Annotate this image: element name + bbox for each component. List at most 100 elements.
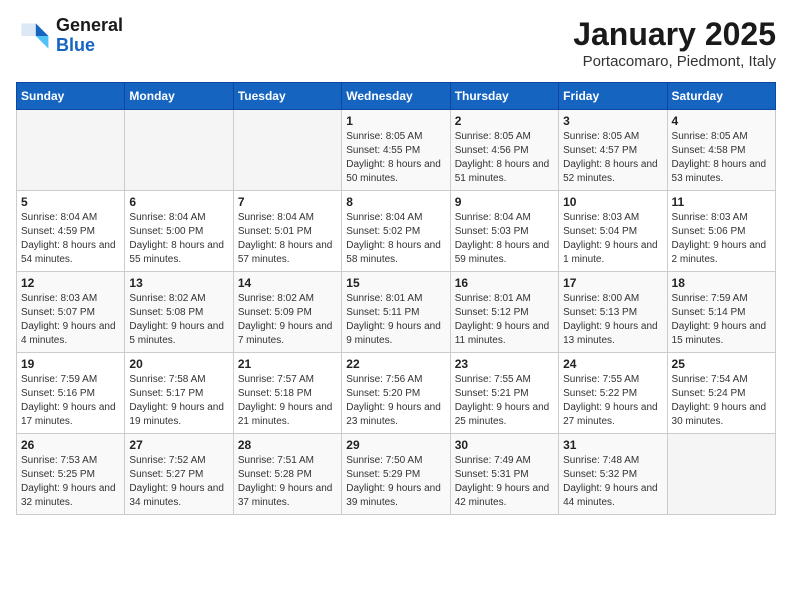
- day-number: 4: [672, 114, 771, 128]
- page-header: General Blue January 2025 Portacomaro, P…: [16, 16, 776, 70]
- day-number: 7: [238, 195, 337, 209]
- weekday-header-saturday: Saturday: [667, 83, 775, 110]
- day-number: 1: [346, 114, 445, 128]
- day-info: Sunrise: 8:04 AM Sunset: 5:01 PM Dayligh…: [238, 211, 337, 267]
- calendar-cell: 12 Sunrise: 8:03 AM Sunset: 5:07 PM Dayli…: [17, 272, 125, 353]
- calendar-cell: 14 Sunrise: 8:02 AM Sunset: 5:09 PM Dayli…: [233, 272, 341, 353]
- calendar-cell: 15 Sunrise: 8:01 AM Sunset: 5:11 PM Dayli…: [342, 272, 450, 353]
- calendar-cell: 8 Sunrise: 8:04 AM Sunset: 5:02 PM Daylig…: [342, 191, 450, 272]
- calendar-cell: 18Sunrise: 7:59 AM Sunset: 5:14 PM Dayli…: [667, 272, 775, 353]
- calendar-cell: 31 Sunrise: 7:48 AM Sunset: 5:32 PM Dayli…: [559, 434, 667, 515]
- weekday-header-monday: Monday: [125, 83, 233, 110]
- calendar-cell: [17, 110, 125, 191]
- title-block: January 2025 Portacomaro, Piedmont, Ital…: [573, 16, 776, 70]
- day-info: Sunrise: 7:48 AM Sunset: 5:32 PM Dayligh…: [563, 454, 662, 510]
- day-info: Sunrise: 7:55 AM Sunset: 5:21 PM Dayligh…: [455, 373, 554, 429]
- day-number: 3: [563, 114, 662, 128]
- day-info: Sunrise: 7:59 AM Sunset: 5:14 PM Dayligh…: [672, 292, 771, 348]
- day-info: Sunrise: 8:02 AM Sunset: 5:08 PM Dayligh…: [129, 292, 228, 348]
- day-number: 13: [129, 276, 228, 290]
- location-subtitle: Portacomaro, Piedmont, Italy: [573, 53, 776, 70]
- calendar-cell: 4 Sunrise: 8:05 AM Sunset: 4:58 PM Daylig…: [667, 110, 775, 191]
- day-number: 26: [21, 438, 120, 452]
- calendar-cell: 21Sunrise: 7:57 AM Sunset: 5:18 PM Dayli…: [233, 353, 341, 434]
- calendar-cell: 19 Sunrise: 7:59 AM Sunset: 5:16 PM Dayli…: [17, 353, 125, 434]
- day-info: Sunrise: 8:03 AM Sunset: 5:06 PM Dayligh…: [672, 211, 771, 267]
- day-info: Sunrise: 7:55 AM Sunset: 5:22 PM Dayligh…: [563, 373, 662, 429]
- day-info: Sunrise: 8:05 AM Sunset: 4:55 PM Dayligh…: [346, 130, 445, 186]
- calendar-cell: 3 Sunrise: 8:05 AM Sunset: 4:57 PM Daylig…: [559, 110, 667, 191]
- calendar-table: SundayMondayTuesdayWednesdayThursdayFrid…: [16, 82, 776, 515]
- day-info: Sunrise: 8:02 AM Sunset: 5:09 PM Dayligh…: [238, 292, 337, 348]
- day-number: 28: [238, 438, 337, 452]
- day-info: Sunrise: 7:50 AM Sunset: 5:29 PM Dayligh…: [346, 454, 445, 510]
- day-number: 9: [455, 195, 554, 209]
- calendar-cell: 29Sunrise: 7:50 AM Sunset: 5:29 PM Dayli…: [342, 434, 450, 515]
- day-info: Sunrise: 7:51 AM Sunset: 5:28 PM Dayligh…: [238, 454, 337, 510]
- day-info: Sunrise: 8:05 AM Sunset: 4:56 PM Dayligh…: [455, 130, 554, 186]
- calendar-week-row: 26 Sunrise: 7:53 AM Sunset: 5:25 PM Dayli…: [17, 434, 776, 515]
- day-info: Sunrise: 8:05 AM Sunset: 4:57 PM Dayligh…: [563, 130, 662, 186]
- day-info: Sunrise: 8:04 AM Sunset: 4:59 PM Dayligh…: [21, 211, 120, 267]
- day-info: Sunrise: 8:04 AM Sunset: 5:00 PM Dayligh…: [129, 211, 228, 267]
- calendar-cell: 27 Sunrise: 7:52 AM Sunset: 5:27 PM Dayli…: [125, 434, 233, 515]
- day-number: 24: [563, 357, 662, 371]
- day-number: 27: [129, 438, 228, 452]
- calendar-cell: 23 Sunrise: 7:55 AM Sunset: 5:21 PM Dayli…: [450, 353, 558, 434]
- day-number: 25: [672, 357, 771, 371]
- day-number: 16: [455, 276, 554, 290]
- day-info: Sunrise: 8:03 AM Sunset: 5:04 PM Dayligh…: [563, 211, 662, 267]
- logo: General Blue: [16, 16, 123, 56]
- weekday-header-thursday: Thursday: [450, 83, 558, 110]
- day-number: 31: [563, 438, 662, 452]
- day-info: Sunrise: 8:04 AM Sunset: 5:02 PM Dayligh…: [346, 211, 445, 267]
- day-info: Sunrise: 7:59 AM Sunset: 5:16 PM Dayligh…: [21, 373, 120, 429]
- calendar-cell: 6 Sunrise: 8:04 AM Sunset: 5:00 PM Daylig…: [125, 191, 233, 272]
- calendar-cell: [667, 434, 775, 515]
- calendar-cell: [233, 110, 341, 191]
- day-number: 21: [238, 357, 337, 371]
- calendar-week-row: 19 Sunrise: 7:59 AM Sunset: 5:16 PM Dayli…: [17, 353, 776, 434]
- weekday-header-wednesday: Wednesday: [342, 83, 450, 110]
- day-info: Sunrise: 8:01 AM Sunset: 5:11 PM Dayligh…: [346, 292, 445, 348]
- weekday-header-tuesday: Tuesday: [233, 83, 341, 110]
- day-number: 2: [455, 114, 554, 128]
- day-info: Sunrise: 7:56 AM Sunset: 5:20 PM Dayligh…: [346, 373, 445, 429]
- calendar-cell: 24 Sunrise: 7:55 AM Sunset: 5:22 PM Dayli…: [559, 353, 667, 434]
- month-title: January 2025: [573, 16, 776, 53]
- day-number: 5: [21, 195, 120, 209]
- day-number: 12: [21, 276, 120, 290]
- calendar-cell: 26 Sunrise: 7:53 AM Sunset: 5:25 PM Dayli…: [17, 434, 125, 515]
- day-number: 22: [346, 357, 445, 371]
- day-info: Sunrise: 8:05 AM Sunset: 4:58 PM Dayligh…: [672, 130, 771, 186]
- day-info: Sunrise: 8:04 AM Sunset: 5:03 PM Dayligh…: [455, 211, 554, 267]
- calendar-cell: 2 Sunrise: 8:05 AM Sunset: 4:56 PM Daylig…: [450, 110, 558, 191]
- day-number: 15: [346, 276, 445, 290]
- day-info: Sunrise: 7:52 AM Sunset: 5:27 PM Dayligh…: [129, 454, 228, 510]
- calendar-cell: 22 Sunrise: 7:56 AM Sunset: 5:20 PM Dayli…: [342, 353, 450, 434]
- day-number: 30: [455, 438, 554, 452]
- day-number: 6: [129, 195, 228, 209]
- day-number: 10: [563, 195, 662, 209]
- day-number: 8: [346, 195, 445, 209]
- calendar-week-row: 1 Sunrise: 8:05 AM Sunset: 4:55 PM Daylig…: [17, 110, 776, 191]
- day-info: Sunrise: 7:49 AM Sunset: 5:31 PM Dayligh…: [455, 454, 554, 510]
- day-number: 20: [129, 357, 228, 371]
- calendar-cell: 30 Sunrise: 7:49 AM Sunset: 5:31 PM Dayli…: [450, 434, 558, 515]
- calendar-cell: 7 Sunrise: 8:04 AM Sunset: 5:01 PM Daylig…: [233, 191, 341, 272]
- logo-icon: [16, 18, 52, 54]
- weekday-header-friday: Friday: [559, 83, 667, 110]
- day-info: Sunrise: 7:53 AM Sunset: 5:25 PM Dayligh…: [21, 454, 120, 510]
- day-info: Sunrise: 8:03 AM Sunset: 5:07 PM Dayligh…: [21, 292, 120, 348]
- day-info: Sunrise: 8:01 AM Sunset: 5:12 PM Dayligh…: [455, 292, 554, 348]
- day-number: 23: [455, 357, 554, 371]
- calendar-cell: 5 Sunrise: 8:04 AM Sunset: 4:59 PM Daylig…: [17, 191, 125, 272]
- day-number: 19: [21, 357, 120, 371]
- logo-text: General Blue: [56, 16, 123, 56]
- calendar-week-row: 12 Sunrise: 8:03 AM Sunset: 5:07 PM Dayli…: [17, 272, 776, 353]
- calendar-cell: 25Sunrise: 7:54 AM Sunset: 5:24 PM Dayli…: [667, 353, 775, 434]
- calendar-cell: 17Sunrise: 8:00 AM Sunset: 5:13 PM Dayli…: [559, 272, 667, 353]
- day-number: 14: [238, 276, 337, 290]
- calendar-cell: 11Sunrise: 8:03 AM Sunset: 5:06 PM Dayli…: [667, 191, 775, 272]
- calendar-cell: 1 Sunrise: 8:05 AM Sunset: 4:55 PM Daylig…: [342, 110, 450, 191]
